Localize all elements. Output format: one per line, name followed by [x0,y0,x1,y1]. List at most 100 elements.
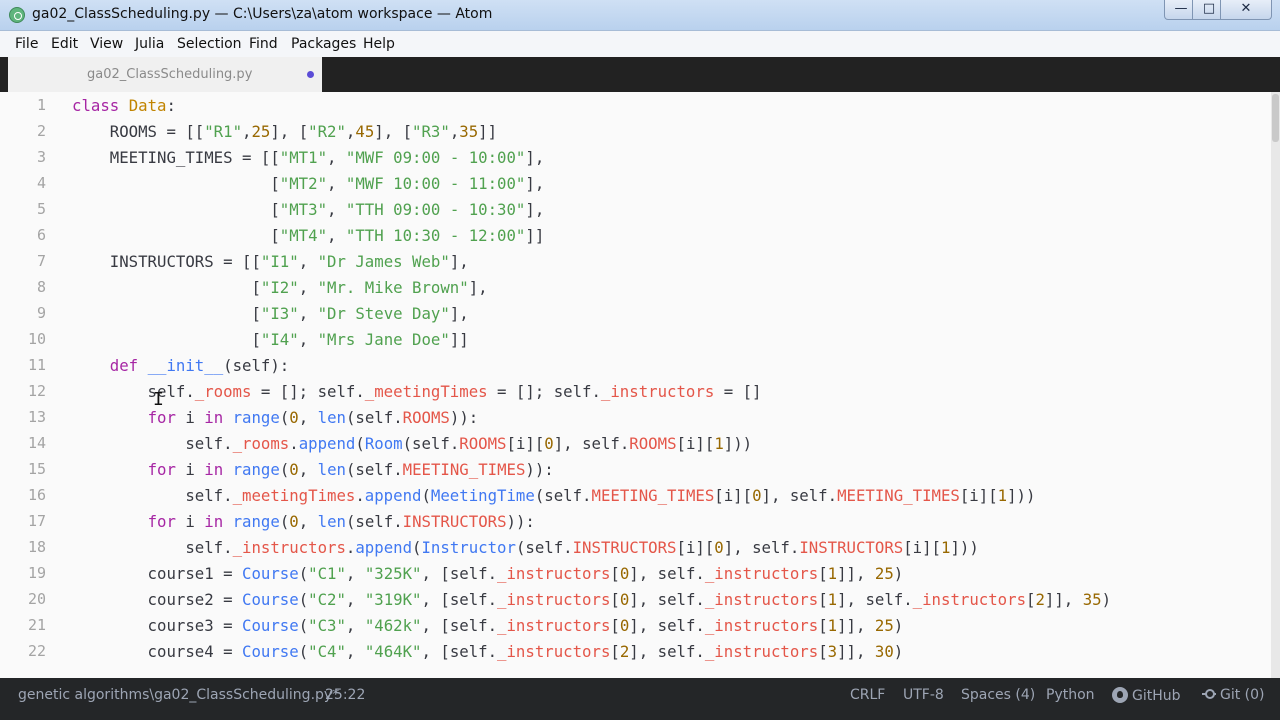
code-line: 22 course4 = Course("C4", "464K", [self.… [0,638,1271,664]
code-text: course2 = Course("C2", "319K", [self._in… [72,590,1112,609]
status-git[interactable]: Git (0) [1202,687,1265,703]
line-number: 12 [27,382,46,400]
line-number: 20 [27,590,46,608]
line-number: 19 [27,564,46,582]
line-number: 17 [27,512,46,530]
code-text: self._meetingTimes.append(MeetingTime(se… [72,486,1036,505]
menu-file[interactable]: File [15,36,38,52]
code-text: ["MT3", "TTH 09:00 - 10:30"], [72,200,545,219]
line-number: 2 [36,122,46,140]
line-number: 8 [36,278,46,296]
code-line: 15 for i in range(0, len(self.MEETING_TI… [0,456,1271,482]
code-line: 19 course1 = Course("C1", "325K", [self.… [0,560,1271,586]
code-line: 18 self._instructors.append(Instructor(s… [0,534,1271,560]
line-number: 1 [36,96,46,114]
code-text: INSTRUCTORS = [["I1", "Dr James Web"], [72,252,469,271]
code-text: course1 = Course("C1", "325K", [self._in… [72,564,904,583]
code-text: ["MT4", "TTH 10:30 - 12:00"]] [72,226,545,245]
code-text: self._instructors.append(Instructor(self… [72,538,979,557]
code-text: for i in range(0, len(self.MEETING_TIMES… [147,460,554,479]
line-number: 6 [36,226,46,244]
line-number: 9 [36,304,46,322]
line-number: 21 [27,616,46,634]
menu-help[interactable]: Help [363,36,395,52]
code-text: course4 = Course("C4", "464K", [self._in… [72,642,904,661]
code-line: 14 self._rooms.append(Room(self.ROOMS[i]… [0,430,1271,456]
git-commit-icon [1202,689,1216,699]
code-line: 9 ["I3", "Dr Steve Day"], [0,300,1271,326]
line-number: 22 [27,642,46,660]
code-line: 12 self._rooms = []; self._meetingTimes … [0,378,1271,404]
title-bar: ga02_ClassScheduling.py — C:\Users\za\at… [0,0,1280,31]
close-button[interactable]: ✕ [1220,0,1272,20]
tab-title: ga02_ClassScheduling.py [87,67,253,82]
status-cursor-position[interactable]: 25:22 [325,687,365,703]
code-text: ["I4", "Mrs Jane Doe"]] [72,330,469,349]
menu-find[interactable]: Find [249,36,278,52]
status-line-ending[interactable]: CRLF [850,687,885,703]
code-line: 20 course2 = Course("C2", "319K", [self.… [0,586,1271,612]
code-text: course3 = Course("C3", "462k", [self._in… [72,616,904,635]
status-file-path[interactable]: genetic algorithms\ga02_ClassScheduling.… [18,687,339,703]
code-editor[interactable]: 1 class Data: 2 ROOMS = [["R1",25], ["R2… [0,92,1271,678]
code-line: 6 ["MT4", "TTH 10:30 - 12:00"]] [0,222,1271,248]
code-line: 7 INSTRUCTORS = [["I1", "Dr James Web"], [0,248,1271,274]
code-line: 2 ROOMS = [["R1",25], ["R2",45], ["R3",3… [0,118,1271,144]
code-text: ["I3", "Dr Steve Day"], [72,304,469,323]
github-icon [1112,687,1128,703]
code-line: 3 MEETING_TIMES = [["MT1", "MWF 09:00 - … [0,144,1271,170]
scrollbar-thumb[interactable] [1272,94,1279,142]
code-line: 16 self._meetingTimes.append(MeetingTime… [0,482,1271,508]
code-text: def __init__(self): [109,356,290,375]
code-text: class Data: [72,96,176,115]
code-text: ROOMS = [["R1",25], ["R2",45], ["R3",35]… [72,122,498,141]
menu-packages[interactable]: Packages [291,36,356,52]
code-line: 4 ["MT2", "MWF 10:00 - 11:00"], [0,170,1271,196]
status-github[interactable]: GitHub [1112,687,1181,704]
line-number: 14 [27,434,46,452]
line-number: 18 [27,538,46,556]
line-number: 3 [36,148,46,166]
code-text: ["MT2", "MWF 10:00 - 11:00"], [72,174,545,193]
menu-edit[interactable]: Edit [51,36,78,52]
text-cursor-icon: I [153,389,164,410]
menu-view[interactable]: View [90,36,123,52]
line-number: 4 [36,174,46,192]
github-label: GitHub [1132,688,1181,704]
code-line: 8 ["I2", "Mr. Mike Brown"], [0,274,1271,300]
line-number: 7 [36,252,46,270]
atom-app-icon [9,7,25,23]
tab-ga02-classscheduling[interactable]: ga02_ClassScheduling.py [8,57,322,92]
menu-bar: File Edit View Julia Selection Find Pack… [0,31,1280,58]
code-line: 17 for i in range(0, len(self.INSTRUCTOR… [0,508,1271,534]
line-number: 5 [36,200,46,218]
code-text: MEETING_TIMES = [["MT1", "MWF 09:00 - 10… [72,148,545,167]
line-number: 16 [27,486,46,504]
code-line: 21 course3 = Course("C3", "462k", [self.… [0,612,1271,638]
code-text: for i in range(0, len(self.ROOMS)): [147,408,479,427]
tab-bar: ga02_ClassScheduling.py [0,57,1280,92]
code-line: 11 def __init__(self): [0,352,1271,378]
git-label: Git (0) [1220,687,1265,703]
editor-scrollbar[interactable] [1271,92,1280,678]
code-text: ["I2", "Mr. Mike Brown"], [72,278,488,297]
code-text: self._rooms = []; self._meetingTimes = [… [72,382,762,401]
code-line: 13 for i in range(0, len(self.ROOMS)): [0,404,1271,430]
status-grammar[interactable]: Python [1046,687,1095,703]
code-line: 10 ["I4", "Mrs Jane Doe"]] [0,326,1271,352]
status-encoding[interactable]: UTF-8 [903,687,944,703]
code-line: 5 ["MT3", "TTH 09:00 - 10:30"], [0,196,1271,222]
code-text: for i in range(0, len(self.INSTRUCTORS))… [147,512,535,531]
line-number: 10 [27,330,46,348]
line-number: 15 [27,460,46,478]
code-line: 1 class Data: [0,92,1271,118]
window-title: ga02_ClassScheduling.py — C:\Users\za\at… [32,6,493,22]
line-number: 13 [27,408,46,426]
code-text: self._rooms.append(Room(self.ROOMS[i][0]… [72,434,753,453]
status-bar: genetic algorithms\ga02_ClassScheduling.… [0,678,1280,720]
line-number: 11 [27,356,46,374]
menu-selection[interactable]: Selection [177,36,242,52]
status-indentation[interactable]: Spaces (4) [961,687,1035,703]
menu-julia[interactable]: Julia [135,36,164,52]
modified-indicator-icon [307,71,314,78]
